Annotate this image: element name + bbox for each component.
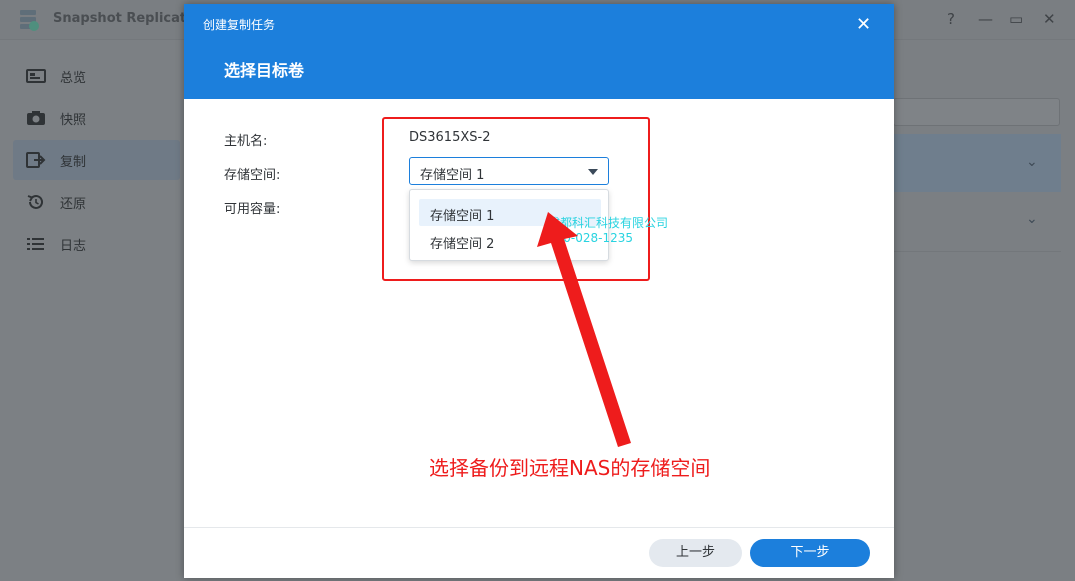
list-item[interactable]: ⌄ xyxy=(893,134,1061,192)
close-icon[interactable]: ✕ xyxy=(1043,10,1056,28)
camera-icon xyxy=(27,111,45,125)
watermark-phone: 400-028-1235 xyxy=(548,231,634,245)
sidebar-item-label: 日志 xyxy=(60,238,87,254)
search-input[interactable] xyxy=(893,98,1060,126)
watermark-company: 成都科汇科技有限公司 xyxy=(548,216,669,230)
dialog-window-title: 创建复制任务 xyxy=(203,18,276,32)
sidebar-item-label: 总览 xyxy=(60,70,87,86)
sidebar: 总览 快照 复制 还原 日志 xyxy=(0,40,180,581)
capacity-label: 可用容量: xyxy=(224,202,281,217)
help-icon[interactable]: ? xyxy=(947,10,955,28)
annotation-highlight-box xyxy=(382,117,650,281)
hostname-label: 主机名: xyxy=(224,134,268,149)
sidebar-item-restore[interactable]: 还原 xyxy=(13,182,180,222)
sidebar-item-log[interactable]: 日志 xyxy=(13,224,180,264)
sidebar-item-label: 复制 xyxy=(60,154,87,170)
list-item[interactable]: ⌄ xyxy=(893,193,1061,252)
previous-button[interactable]: 上一步 xyxy=(649,539,742,567)
next-button[interactable]: 下一步 xyxy=(750,539,870,567)
sidebar-item-label: 还原 xyxy=(60,196,87,212)
watermark: 成都科汇科技有限公司 400-028-1235 xyxy=(548,216,668,246)
snapshot-replication-logo-icon xyxy=(20,10,39,31)
create-replication-task-dialog: 创建复制任务 ✕ 选择目标卷 主机名: DS3615XS-2 存储空间: 存储空… xyxy=(184,4,894,578)
sidebar-item-overview[interactable]: 总览 xyxy=(13,56,180,96)
volume-label: 存储空间: xyxy=(224,168,281,183)
maximize-icon[interactable]: ▭ xyxy=(1009,10,1023,28)
minimize-icon[interactable]: — xyxy=(978,10,993,28)
sidebar-item-snapshot[interactable]: 快照 xyxy=(13,98,180,138)
sidebar-item-label: 快照 xyxy=(60,112,87,128)
overview-icon xyxy=(26,69,46,83)
dialog-header: 创建复制任务 ✕ 选择目标卷 xyxy=(184,4,894,99)
chevron-down-icon[interactable]: ⌄ xyxy=(1026,154,1038,170)
dialog-heading: 选择目标卷 xyxy=(224,61,305,80)
chevron-down-icon[interactable]: ⌄ xyxy=(1026,211,1038,227)
sidebar-item-replication[interactable]: 复制 xyxy=(13,140,180,180)
replication-icon xyxy=(26,152,46,168)
dialog-footer: 上一步 下一步 xyxy=(184,527,894,578)
log-list-icon xyxy=(27,238,44,250)
annotation-text: 选择备份到远程NAS的存储空间 xyxy=(429,456,711,480)
dialog-close-icon[interactable]: ✕ xyxy=(856,14,871,35)
restore-icon xyxy=(27,194,43,209)
